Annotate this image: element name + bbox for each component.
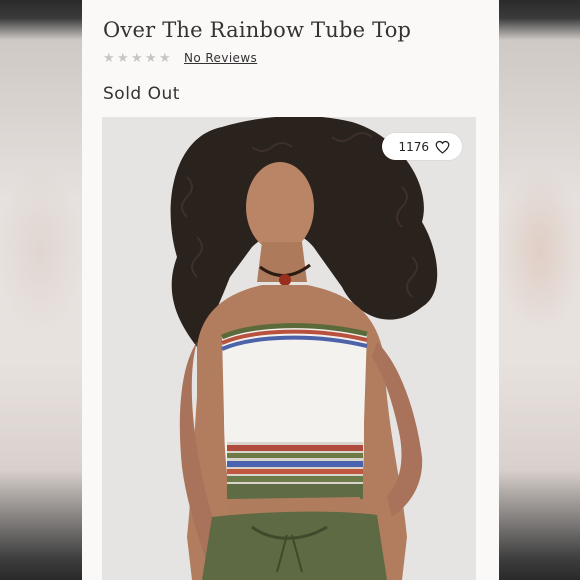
- star-icon: ★: [103, 50, 115, 66]
- star-icon: ★: [131, 50, 143, 66]
- star-icon: ★: [117, 50, 129, 66]
- product-card: Over The Rainbow Tube Top ★ ★ ★ ★ ★ No R…: [82, 0, 499, 580]
- product-image[interactable]: 1176: [102, 117, 476, 580]
- stock-status: Sold Out: [103, 84, 180, 104]
- star-icon: ★: [145, 50, 157, 66]
- model-illustration: [102, 117, 476, 580]
- favorite-count: 1176: [398, 139, 429, 154]
- product-title: Over The Rainbow Tube Top: [103, 18, 412, 42]
- reviews-link[interactable]: No Reviews: [184, 51, 257, 65]
- star-icon: ★: [159, 50, 171, 66]
- star-rating: ★ ★ ★ ★ ★: [103, 52, 172, 65]
- heart-icon: [435, 140, 450, 154]
- rating-row: ★ ★ ★ ★ ★ No Reviews: [103, 51, 257, 65]
- favorite-button[interactable]: 1176: [382, 133, 462, 160]
